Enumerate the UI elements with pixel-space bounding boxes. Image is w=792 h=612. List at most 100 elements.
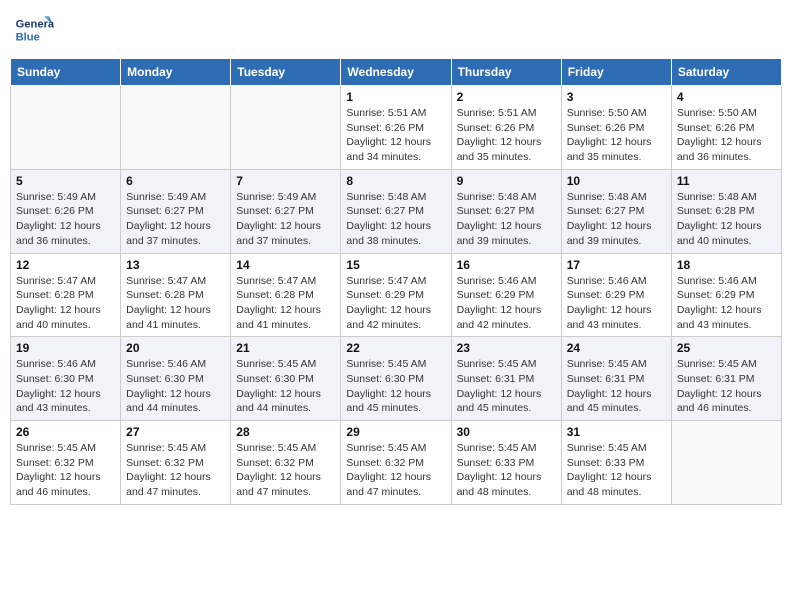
day-number: 19 (16, 341, 115, 355)
day-info: Sunrise: 5:48 AM Sunset: 6:27 PM Dayligh… (457, 190, 556, 249)
day-number: 21 (236, 341, 335, 355)
day-number: 14 (236, 258, 335, 272)
calendar-cell: 17 Sunrise: 5:46 AM Sunset: 6:29 PM Dayli… (561, 253, 671, 337)
day-info: Sunrise: 5:51 AM Sunset: 6:26 PM Dayligh… (346, 106, 445, 165)
day-header-monday: Monday (121, 59, 231, 86)
day-info: Sunrise: 5:45 AM Sunset: 6:33 PM Dayligh… (567, 441, 666, 500)
calendar-cell: 31Sunrise: 5:45 AM Sunset: 6:33 PM Dayli… (561, 421, 671, 505)
calendar-cell: 23 Sunrise: 5:45 AM Sunset: 6:31 PM Dayli… (451, 337, 561, 421)
svg-text:General: General (16, 19, 54, 31)
day-info: Sunrise: 5:47 AM Sunset: 6:28 PM Dayligh… (236, 274, 335, 333)
day-number: 27 (126, 425, 225, 439)
day-number: 4 (677, 90, 776, 104)
day-number: 16 (457, 258, 556, 272)
day-number: 28 (236, 425, 335, 439)
calendar-cell: 10Sunrise: 5:48 AM Sunset: 6:27 PM Dayli… (561, 169, 671, 253)
day-number: 23 (457, 341, 556, 355)
day-info: Sunrise: 5:49 AM Sunset: 6:27 PM Dayligh… (126, 190, 225, 249)
day-number: 29 (346, 425, 445, 439)
calendar-cell: 22Sunrise: 5:45 AM Sunset: 6:30 PM Dayli… (341, 337, 451, 421)
day-info: Sunrise: 5:50 AM Sunset: 6:26 PM Dayligh… (677, 106, 776, 165)
day-info: Sunrise: 5:45 AM Sunset: 6:31 PM Dayligh… (567, 357, 666, 416)
calendar-cell: 30 Sunrise: 5:45 AM Sunset: 6:33 PM Dayli… (451, 421, 561, 505)
week-row-3: 12Sunrise: 5:47 AM Sunset: 6:28 PM Dayli… (11, 253, 782, 337)
day-number: 9 (457, 174, 556, 188)
day-info: Sunrise: 5:48 AM Sunset: 6:27 PM Dayligh… (346, 190, 445, 249)
day-header-tuesday: Tuesday (231, 59, 341, 86)
day-number: 26 (16, 425, 115, 439)
day-info: Sunrise: 5:45 AM Sunset: 6:30 PM Dayligh… (236, 357, 335, 416)
week-row-1: 1 Sunrise: 5:51 AM Sunset: 6:26 PM Daylig… (11, 86, 782, 170)
calendar-cell: 14 Sunrise: 5:47 AM Sunset: 6:28 PM Dayli… (231, 253, 341, 337)
day-info: Sunrise: 5:45 AM Sunset: 6:31 PM Dayligh… (677, 357, 776, 416)
day-number: 2 (457, 90, 556, 104)
day-number: 24 (567, 341, 666, 355)
day-info: Sunrise: 5:45 AM Sunset: 6:33 PM Dayligh… (457, 441, 556, 500)
calendar-cell: 4 Sunrise: 5:50 AM Sunset: 6:26 PM Daylig… (671, 86, 781, 170)
day-info: Sunrise: 5:49 AM Sunset: 6:27 PM Dayligh… (236, 190, 335, 249)
day-info: Sunrise: 5:46 AM Sunset: 6:29 PM Dayligh… (457, 274, 556, 333)
day-number: 20 (126, 341, 225, 355)
day-info: Sunrise: 5:50 AM Sunset: 6:26 PM Dayligh… (567, 106, 666, 165)
day-info: Sunrise: 5:48 AM Sunset: 6:27 PM Dayligh… (567, 190, 666, 249)
calendar-cell: 25 Sunrise: 5:45 AM Sunset: 6:31 PM Dayli… (671, 337, 781, 421)
day-number: 11 (677, 174, 776, 188)
day-info: Sunrise: 5:46 AM Sunset: 6:30 PM Dayligh… (126, 357, 225, 416)
calendar-cell: 16 Sunrise: 5:46 AM Sunset: 6:29 PM Dayli… (451, 253, 561, 337)
day-number: 15 (346, 258, 445, 272)
calendar-cell: 15 Sunrise: 5:47 AM Sunset: 6:29 PM Dayli… (341, 253, 451, 337)
calendar-cell: 29Sunrise: 5:45 AM Sunset: 6:32 PM Dayli… (341, 421, 451, 505)
calendar-cell: 2 Sunrise: 5:51 AM Sunset: 6:26 PM Daylig… (451, 86, 561, 170)
day-number: 25 (677, 341, 776, 355)
day-info: Sunrise: 5:45 AM Sunset: 6:31 PM Dayligh… (457, 357, 556, 416)
calendar-cell: 28 Sunrise: 5:45 AM Sunset: 6:32 PM Dayli… (231, 421, 341, 505)
day-info: Sunrise: 5:46 AM Sunset: 6:30 PM Dayligh… (16, 357, 115, 416)
day-number: 18 (677, 258, 776, 272)
calendar-cell: 20 Sunrise: 5:46 AM Sunset: 6:30 PM Dayli… (121, 337, 231, 421)
calendar-cell (11, 86, 121, 170)
day-info: Sunrise: 5:46 AM Sunset: 6:29 PM Dayligh… (567, 274, 666, 333)
logo: General Blue (14, 10, 58, 50)
calendar-cell: 12Sunrise: 5:47 AM Sunset: 6:28 PM Dayli… (11, 253, 121, 337)
day-number: 30 (457, 425, 556, 439)
calendar-cell (121, 86, 231, 170)
calendar-cell: 9 Sunrise: 5:48 AM Sunset: 6:27 PM Daylig… (451, 169, 561, 253)
day-number: 1 (346, 90, 445, 104)
week-row-4: 19 Sunrise: 5:46 AM Sunset: 6:30 PM Dayli… (11, 337, 782, 421)
day-header-friday: Friday (561, 59, 671, 86)
page-header: General Blue (10, 10, 782, 50)
calendar-cell: 11Sunrise: 5:48 AM Sunset: 6:28 PM Dayli… (671, 169, 781, 253)
calendar-cell (231, 86, 341, 170)
day-header-saturday: Saturday (671, 59, 781, 86)
calendar-cell (671, 421, 781, 505)
calendar-cell: 19 Sunrise: 5:46 AM Sunset: 6:30 PM Dayli… (11, 337, 121, 421)
calendar-cell: 8 Sunrise: 5:48 AM Sunset: 6:27 PM Daylig… (341, 169, 451, 253)
day-info: Sunrise: 5:49 AM Sunset: 6:26 PM Dayligh… (16, 190, 115, 249)
day-info: Sunrise: 5:45 AM Sunset: 6:32 PM Dayligh… (236, 441, 335, 500)
calendar-cell: 7Sunrise: 5:49 AM Sunset: 6:27 PM Daylig… (231, 169, 341, 253)
calendar-table: SundayMondayTuesdayWednesdayThursdayFrid… (10, 58, 782, 505)
day-number: 8 (346, 174, 445, 188)
calendar-cell: 24 Sunrise: 5:45 AM Sunset: 6:31 PM Dayli… (561, 337, 671, 421)
calendar-cell: 27Sunrise: 5:45 AM Sunset: 6:32 PM Dayli… (121, 421, 231, 505)
calendar-cell: 1 Sunrise: 5:51 AM Sunset: 6:26 PM Daylig… (341, 86, 451, 170)
day-number: 5 (16, 174, 115, 188)
day-info: Sunrise: 5:47 AM Sunset: 6:29 PM Dayligh… (346, 274, 445, 333)
day-number: 6 (126, 174, 225, 188)
calendar-cell: 3 Sunrise: 5:50 AM Sunset: 6:26 PM Daylig… (561, 86, 671, 170)
day-header-thursday: Thursday (451, 59, 561, 86)
week-row-5: 26 Sunrise: 5:45 AM Sunset: 6:32 PM Dayli… (11, 421, 782, 505)
day-number: 3 (567, 90, 666, 104)
svg-text:Blue: Blue (16, 31, 40, 43)
day-number: 17 (567, 258, 666, 272)
week-row-2: 5 Sunrise: 5:49 AM Sunset: 6:26 PM Daylig… (11, 169, 782, 253)
day-info: Sunrise: 5:46 AM Sunset: 6:29 PM Dayligh… (677, 274, 776, 333)
day-info: Sunrise: 5:45 AM Sunset: 6:32 PM Dayligh… (16, 441, 115, 500)
day-info: Sunrise: 5:47 AM Sunset: 6:28 PM Dayligh… (16, 274, 115, 333)
day-header-wednesday: Wednesday (341, 59, 451, 86)
day-info: Sunrise: 5:51 AM Sunset: 6:26 PM Dayligh… (457, 106, 556, 165)
day-info: Sunrise: 5:47 AM Sunset: 6:28 PM Dayligh… (126, 274, 225, 333)
calendar-cell: 21 Sunrise: 5:45 AM Sunset: 6:30 PM Dayli… (231, 337, 341, 421)
calendar-cell: 18 Sunrise: 5:46 AM Sunset: 6:29 PM Dayli… (671, 253, 781, 337)
calendar-cell: 5 Sunrise: 5:49 AM Sunset: 6:26 PM Daylig… (11, 169, 121, 253)
